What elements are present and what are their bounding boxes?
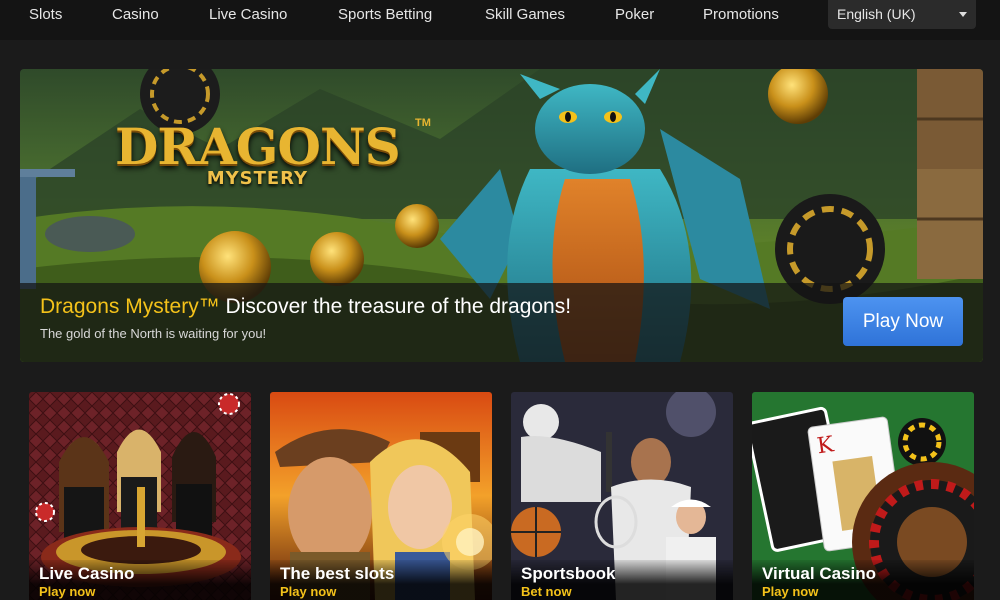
card-label: Live Casino Play now <box>29 560 251 600</box>
hero-title-rest: Discover the treasure of the dragons! <box>219 295 572 318</box>
hero-title: Dragons Mystery™ Discover the treasure o… <box>40 295 571 319</box>
logo-trademark: TM <box>415 117 431 129</box>
card-title: The best slots <box>280 564 395 583</box>
nav-item-casino[interactable]: Casino <box>112 0 159 30</box>
card-live-casino[interactable]: Live Casino Play now <box>29 392 251 600</box>
nav-item-live-casino[interactable]: Live Casino <box>209 0 287 30</box>
hero-title-brand: Dragons Mystery™ <box>40 295 220 318</box>
nav-item-skill-games[interactable]: Skill Games <box>485 0 565 30</box>
chevron-down-icon <box>959 12 967 17</box>
card-title: Virtual Casino <box>762 564 876 583</box>
nav-item-poker[interactable]: Poker <box>615 0 654 30</box>
card-virtual-casino[interactable]: K Virtual Casino Play now <box>752 392 974 600</box>
language-select-value: English (UK) <box>837 6 916 22</box>
card-title: Live Casino <box>39 564 135 583</box>
play-now-button[interactable]: Play Now <box>843 297 963 346</box>
hero-caption: Dragons Mystery™ Discover the treasure o… <box>20 283 983 362</box>
nav-item-sports-betting[interactable]: Sports Betting <box>338 0 432 30</box>
hero-banner[interactable]: DRAGONS MYSTERY TM Dragons Mystery™ Disc… <box>20 69 983 362</box>
card-cta-link[interactable]: Bet now <box>521 584 572 599</box>
card-sportsbook[interactable]: Sportsbook Bet now <box>511 392 733 600</box>
nav-item-promotions[interactable]: Promotions <box>703 0 779 30</box>
language-select[interactable]: English (UK) <box>828 0 976 29</box>
card-label: The best slots Play now <box>270 560 492 600</box>
card-cta-link[interactable]: Play now <box>280 584 336 599</box>
card-cta-link[interactable]: Play now <box>39 584 95 599</box>
card-title: Sportsbook <box>521 564 616 583</box>
top-navigation: Slots Casino Live Casino Sports Betting … <box>0 0 1000 40</box>
dragons-mystery-logo: DRAGONS MYSTERY TM <box>115 117 431 189</box>
card-cta-link[interactable]: Play now <box>762 584 818 599</box>
hero-subtitle: The gold of the North is waiting for you… <box>40 326 267 341</box>
card-best-slots[interactable]: The best slots Play now <box>270 392 492 600</box>
card-label: Sportsbook Bet now <box>511 560 733 600</box>
nav-item-slots[interactable]: Slots <box>29 0 62 30</box>
card-label: Virtual Casino Play now <box>752 560 974 600</box>
